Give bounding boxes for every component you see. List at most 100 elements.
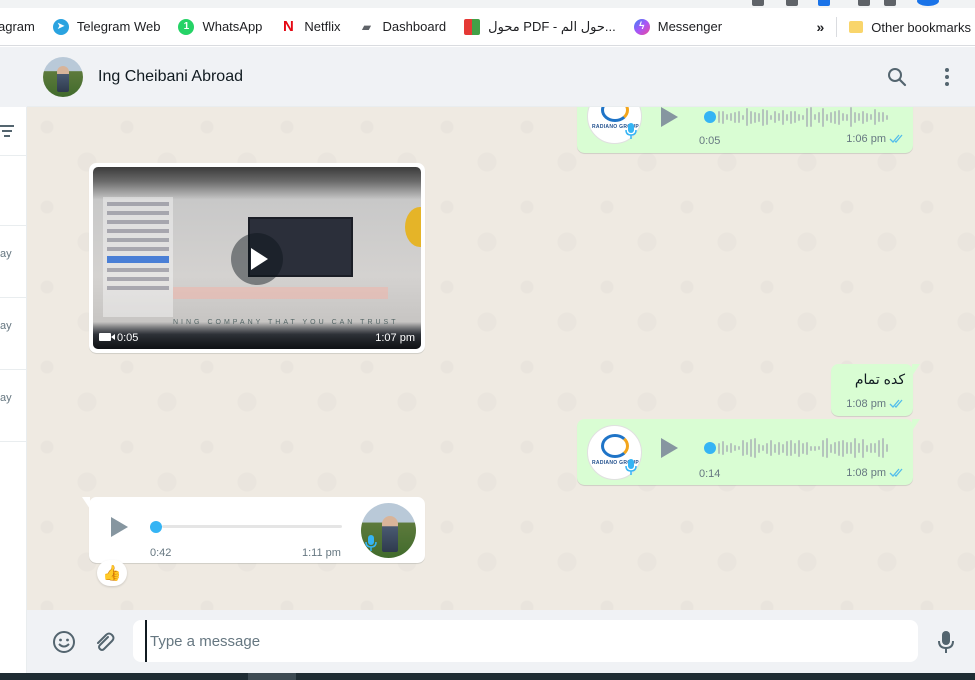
waveform-bar [862, 438, 864, 458]
contact-name[interactable]: Ing Cheibani Abroad [98, 68, 243, 86]
playback-slider[interactable] [704, 111, 716, 123]
playback-slider[interactable] [150, 521, 162, 533]
menu-icon[interactable] [935, 65, 959, 89]
extension-icon[interactable] [858, 0, 870, 6]
playback-slider[interactable] [704, 442, 716, 454]
waveform-bar [782, 109, 784, 125]
bookmark-instagram[interactable]: agram [0, 19, 35, 34]
waveform-bar [770, 440, 772, 456]
waveform-bar [758, 112, 760, 122]
waveform-bar [782, 443, 784, 453]
play-button[interactable] [111, 517, 128, 537]
play-button[interactable] [661, 107, 678, 127]
bookmarks-overflow-button[interactable]: » [817, 19, 825, 35]
waveform-bar [750, 439, 752, 457]
voice-message-incoming: 0:42 1:11 pm [82, 497, 425, 563]
waveform-bar [814, 445, 816, 451]
star-icon[interactable] [818, 0, 830, 6]
waveform-bar [766, 109, 768, 125]
message-time: 1:07 pm [375, 332, 415, 344]
waveform-bar [842, 439, 844, 457]
reaction-badge[interactable]: 👍 [97, 560, 127, 586]
dashboard-icon: ▰ [361, 19, 372, 34]
waveform-bar [730, 113, 732, 121]
waveform-bar [818, 111, 820, 123]
waveform-bar [742, 440, 744, 456]
waveform-bar [754, 438, 756, 458]
waveform-bar [734, 445, 736, 451]
bookmark-dashboard[interactable]: ▰ Dashboard [359, 19, 446, 35]
waveform-bar [730, 443, 732, 453]
chat-list-panel: ay ay ay [0, 47, 27, 673]
waveform[interactable] [718, 437, 890, 459]
waveform-bar [758, 443, 760, 453]
waveform-bar [822, 107, 824, 127]
read-ticks-icon [889, 468, 903, 477]
waveform-bar [786, 440, 788, 456]
video-duration: 0:05 [117, 332, 139, 344]
waveform-bar [798, 113, 800, 121]
attach-icon[interactable] [91, 629, 117, 655]
chat-list-item[interactable]: ay [0, 320, 12, 332]
play-button[interactable] [661, 438, 678, 458]
waveform-bar [798, 439, 800, 457]
message-time: 1:08 pm [846, 467, 905, 479]
contact-avatar[interactable] [43, 56, 83, 97]
divider [0, 297, 27, 298]
waveform-bar [790, 110, 792, 124]
waveform-bar [842, 113, 844, 121]
waveform-bar [722, 441, 724, 455]
waveform-bar [846, 442, 848, 454]
text-message-outgoing: كده تمام 1:08 pm [831, 364, 920, 416]
waveform-bar [802, 114, 804, 120]
conversation-panel[interactable]: RADIANO GROUP 0:05 1:06 pm NING COMPANY … [27, 107, 975, 610]
other-bookmarks[interactable]: Other bookmarks [871, 20, 971, 35]
composer-bar [27, 610, 975, 673]
bookmark-messenger[interactable]: ϟ Messenger [633, 18, 722, 35]
chat-header[interactable]: Ing Cheibani Abroad [27, 47, 975, 107]
waveform-bar [802, 442, 804, 454]
waveform-bar [790, 440, 792, 456]
profile-avatar[interactable] [917, 0, 939, 6]
bookmark-whatsapp[interactable]: 1 WhatsApp [178, 18, 262, 35]
waveform-bar [746, 441, 748, 455]
divider [836, 17, 838, 37]
waveform[interactable] [718, 107, 890, 128]
extension-icon[interactable] [884, 0, 896, 6]
waveform-bar [826, 438, 828, 458]
taskbar-app[interactable] [248, 673, 296, 680]
waveform-bar [830, 443, 832, 453]
emoji-icon[interactable] [51, 629, 77, 655]
video-message-incoming[interactable]: NING COMPANY THAT YOU CAN TRUST 0:05 1:0… [89, 163, 425, 353]
chat-list-item[interactable]: ay [0, 392, 12, 404]
bookmark-netflix[interactable]: N Netflix [280, 18, 341, 35]
video-thumbnail[interactable]: NING COMPANY THAT YOU CAN TRUST 0:05 1:0… [93, 167, 421, 349]
message-time: 1:08 pm [846, 398, 905, 410]
waveform-bar [826, 113, 828, 121]
browser-icon[interactable] [752, 0, 764, 6]
waveform-bar [750, 110, 752, 124]
play-button[interactable] [231, 233, 283, 285]
message-input-box[interactable] [133, 620, 930, 662]
chat-list-item[interactable]: ay [0, 248, 12, 260]
filter-icon[interactable] [0, 125, 14, 140]
waveform-bar [874, 109, 876, 125]
playback-track[interactable] [162, 525, 342, 528]
waveform-bar [830, 111, 832, 123]
waveform-bar [870, 443, 872, 453]
waveform-bar [882, 438, 884, 458]
waveform-bar [766, 442, 768, 454]
search-icon[interactable] [885, 65, 909, 89]
pdf-converter-icon [464, 18, 481, 35]
bookmark-telegram[interactable]: ➤ Telegram Web [52, 18, 160, 35]
bookmark-pdf-converter[interactable]: محول PDF - حول الم... [464, 18, 616, 35]
message-text: كده تمام [854, 371, 905, 387]
message-input[interactable] [145, 620, 930, 662]
waveform-bar [738, 111, 740, 123]
waveform-bar [726, 444, 728, 452]
chat-list-header [0, 47, 27, 107]
microphone-icon[interactable] [933, 629, 959, 655]
browser-icon[interactable] [786, 0, 798, 6]
waveform-bar [838, 109, 840, 125]
whatsapp-icon: 1 [178, 18, 195, 35]
